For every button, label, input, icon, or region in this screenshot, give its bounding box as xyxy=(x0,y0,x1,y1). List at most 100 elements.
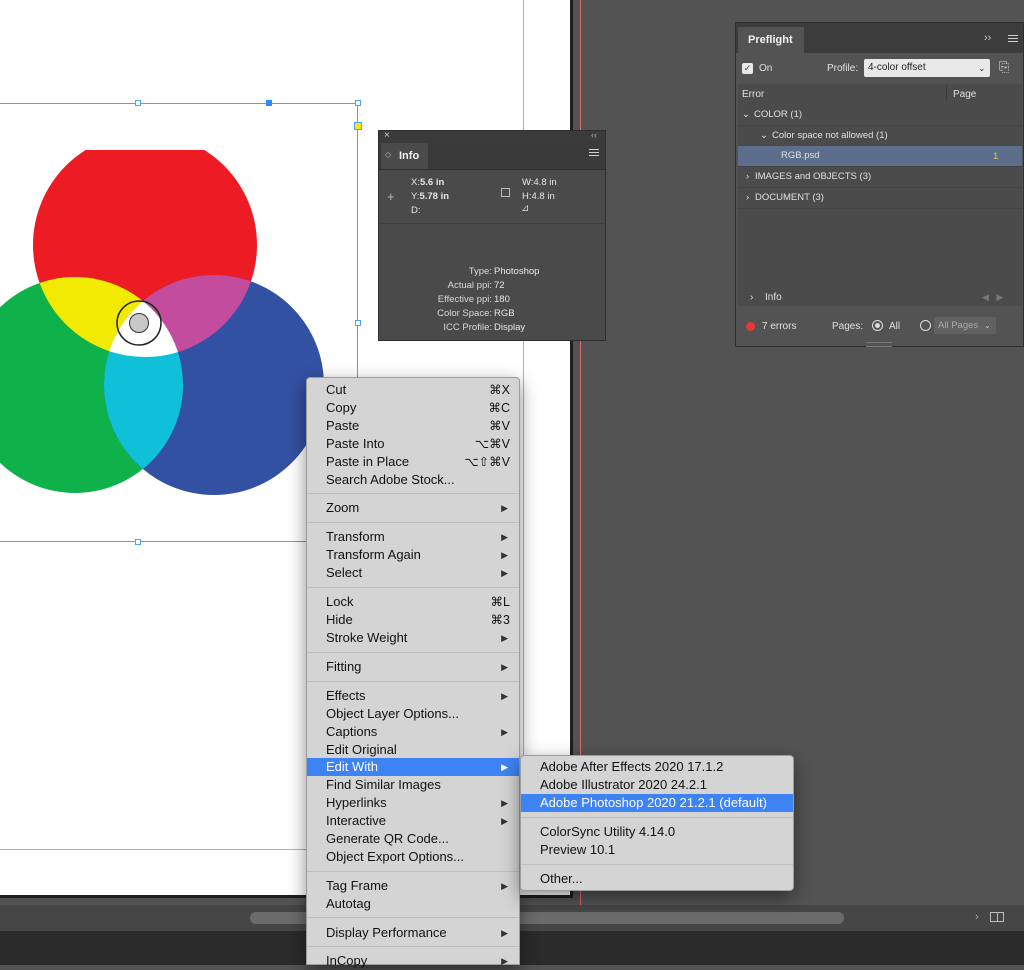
submenu-arrow-icon: ▶ xyxy=(501,503,508,513)
updown-arrows-icon: ◇ xyxy=(385,150,392,159)
chevron-down-icon[interactable]: ⌄ xyxy=(978,59,986,77)
menu-item-paste-into[interactable]: Paste Into ⌥⌘V xyxy=(307,435,519,453)
menu-item-select[interactable]: Select ▶ xyxy=(307,564,519,582)
panel-menu-icon[interactable] xyxy=(1008,35,1018,44)
frame-handle-top-center[interactable] xyxy=(266,100,272,106)
menu-item-object-export-options[interactable]: Object Export Options... xyxy=(307,848,519,866)
frame-handle-top-right[interactable] xyxy=(355,100,361,106)
menu-separator xyxy=(307,917,519,918)
menu-item-display-performance[interactable]: Display Performance ▶ xyxy=(307,924,519,942)
chevron-right-icon[interactable]: › xyxy=(750,289,753,306)
pages-all-label: All xyxy=(889,321,901,332)
scroll-right-icon[interactable]: › xyxy=(975,911,979,923)
submenu-arrow-icon: ▶ xyxy=(501,798,508,808)
submenu-item-other[interactable]: Other... xyxy=(521,870,793,888)
tab-preflight[interactable]: Preflight xyxy=(738,27,804,53)
error-row-document[interactable]: › DOCUMENT (3) xyxy=(738,188,1022,209)
pages-range-radio[interactable] xyxy=(920,320,931,331)
submenu-arrow-icon: ▶ xyxy=(501,532,508,542)
menu-separator xyxy=(307,587,519,588)
corner-options-handle[interactable] xyxy=(354,122,362,130)
menu-item-hyperlinks[interactable]: Hyperlinks ▶ xyxy=(307,794,519,812)
menu-item-paste-in-place[interactable]: Paste in Place ⌥⇧⌘V xyxy=(307,453,519,471)
info-h-readout: H:4.8 in xyxy=(522,191,555,202)
info-panel[interactable]: × ‹‹ Info ◇ + X:5.6 in Y:5.78 in D: W:4.… xyxy=(378,130,606,341)
menu-item-generate-qr-code[interactable]: Generate QR Code... xyxy=(307,830,519,848)
error-row-color-space[interactable]: ⌄ Color space not allowed (1) xyxy=(738,126,1022,147)
info-panel-titlebar[interactable] xyxy=(379,131,605,143)
frame-handle-right[interactable] xyxy=(355,320,361,326)
collapse-icon[interactable]: ‹‹ xyxy=(591,130,597,140)
context-menu[interactable]: Cut ⌘X Copy ⌘C Paste ⌘V Paste Into ⌥⌘V Paste… xyxy=(306,377,520,968)
status-dot-icon xyxy=(746,322,755,331)
submenu-arrow-icon: ▶ xyxy=(501,691,508,701)
submenu-item-colorsync[interactable]: ColorSync Utility 4.14.0 xyxy=(521,823,793,841)
collapse-icon[interactable]: ›› xyxy=(984,32,991,44)
chevron-down-icon[interactable]: ⌄ xyxy=(984,317,991,334)
menu-item-edit-with[interactable]: Edit With ▶ xyxy=(307,758,519,776)
split-window-icon[interactable] xyxy=(990,912,1004,922)
submenu-item-preview[interactable]: Preview 10.1 xyxy=(521,841,793,859)
menu-item-paste[interactable]: Paste ⌘V xyxy=(307,417,519,435)
menu-item-stroke-weight[interactable]: Stroke Weight ▶ xyxy=(307,629,519,647)
menu-item-copy[interactable]: Copy ⌘C xyxy=(307,399,519,417)
profile-select[interactable]: 4-color offset xyxy=(864,59,990,77)
frame-handle-bottom[interactable] xyxy=(135,539,141,545)
menu-item-cut[interactable]: Cut ⌘X xyxy=(307,381,519,399)
submenu-arrow-icon: ▶ xyxy=(501,816,508,826)
error-row-color[interactable]: ⌄ COLOR (1) xyxy=(738,105,1022,126)
info-row-icc-profile: ICC Profile: Display xyxy=(443,322,526,333)
edit-with-submenu[interactable]: Adobe After Effects 2020 17.1.2 Adobe Il… xyxy=(520,755,794,891)
column-header-page[interactable]: Page xyxy=(953,89,976,100)
menu-item-interactive[interactable]: Interactive ▶ xyxy=(307,812,519,830)
menu-item-edit-original[interactable]: Edit Original xyxy=(307,741,519,759)
info-divider xyxy=(379,223,605,224)
prev-next-arrows-icon[interactable]: ◀ ▶ xyxy=(982,289,1003,306)
menu-item-tag-frame[interactable]: Tag Frame ▶ xyxy=(307,877,519,895)
error-row-rgb-psd[interactable]: RGB.psd xyxy=(738,146,1022,167)
menu-item-zoom[interactable]: Zoom ▶ xyxy=(307,499,519,517)
content-grabber xyxy=(129,313,149,333)
profile-label: Profile: xyxy=(827,63,859,74)
menu-item-search-adobe-stock[interactable]: Search Adobe Stock... xyxy=(307,471,519,489)
panel-menu-icon[interactable] xyxy=(589,149,599,158)
menu-item-hide[interactable]: Hide ⌘3 xyxy=(307,611,519,629)
menu-item-transform[interactable]: Transform ▶ xyxy=(307,528,519,546)
info-row-effective-ppi: Effective ppi: 180 xyxy=(437,294,510,305)
crosshair-icon: + xyxy=(387,189,395,204)
submenu-arrow-icon: ▶ xyxy=(501,762,508,772)
submenu-item-photoshop[interactable]: Adobe Photoshop 2020 21.2.1 (default) xyxy=(521,794,793,812)
menu-item-captions[interactable]: Captions ▶ xyxy=(307,723,519,741)
close-icon[interactable]: × xyxy=(384,130,390,141)
menu-item-object-layer-options[interactable]: Object Layer Options... xyxy=(307,705,519,723)
column-separator xyxy=(946,85,947,101)
define-profiles-icon[interactable]: ⎘ xyxy=(999,59,1009,75)
error-row-images-objects[interactable]: › IMAGES and OBJECTS (3) xyxy=(738,167,1022,188)
info-row-actual-ppi: Actual ppi: 72 xyxy=(447,280,505,291)
error-page-number[interactable]: 1 xyxy=(993,151,998,162)
menu-item-lock[interactable]: Lock ⌘L xyxy=(307,593,519,611)
menu-item-transform-again[interactable]: Transform Again ▶ xyxy=(307,546,519,564)
chevron-down-icon[interactable]: ⌄ xyxy=(742,105,750,125)
frame-handle-top[interactable] xyxy=(135,100,141,106)
preflight-on-checkbox[interactable]: ✓ xyxy=(742,63,753,74)
pages-all-radio[interactable] xyxy=(872,320,883,331)
menu-item-incopy[interactable]: InCopy ▶ xyxy=(307,952,519,970)
chevron-down-icon[interactable]: ⌄ xyxy=(760,126,768,146)
chevron-right-icon[interactable]: › xyxy=(746,167,749,187)
chevron-right-icon[interactable]: › xyxy=(746,188,749,208)
resize-grip[interactable] xyxy=(866,342,892,347)
submenu-item-illustrator[interactable]: Adobe Illustrator 2020 24.2.1 xyxy=(521,776,793,794)
menu-item-effects[interactable]: Effects ▶ xyxy=(307,687,519,705)
error-count: 7 errors xyxy=(762,321,797,332)
info-section-toggle[interactable]: › Info xyxy=(738,289,1022,306)
column-header-error[interactable]: Error xyxy=(742,89,764,100)
info-d-label: D: xyxy=(411,205,421,216)
menu-item-find-similar-images[interactable]: Find Similar Images xyxy=(307,776,519,794)
menu-item-autotag[interactable]: Autotag xyxy=(307,895,519,913)
menu-separator xyxy=(307,522,519,523)
submenu-item-after-effects[interactable]: Adobe After Effects 2020 17.1.2 xyxy=(521,758,793,776)
rgb-circles-image[interactable] xyxy=(0,150,330,500)
menu-item-fitting[interactable]: Fitting ▶ xyxy=(307,658,519,676)
preflight-panel[interactable]: Preflight ›› ✓ On Profile: 4-color offse… xyxy=(735,22,1024,347)
